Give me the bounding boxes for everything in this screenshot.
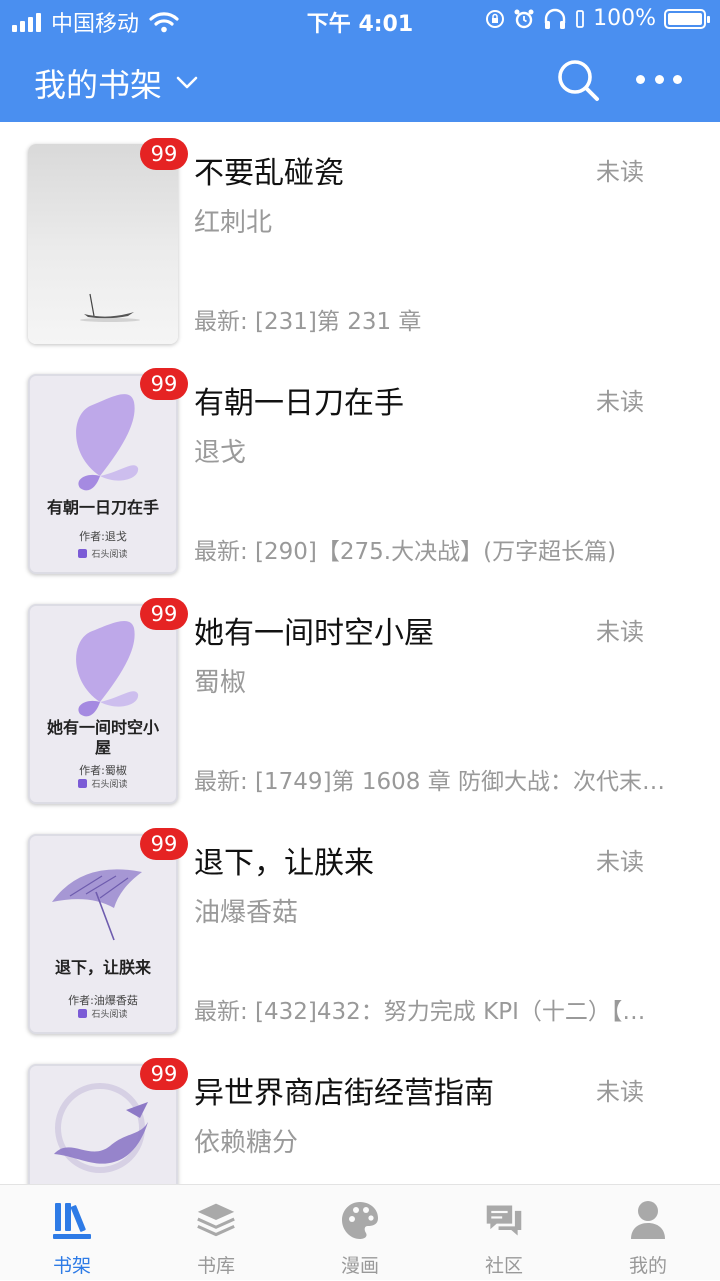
tab-label: 漫画 [340, 1255, 379, 1277]
status-right: 100% [485, 6, 710, 31]
tab-comics[interactable]: 漫画 [288, 1185, 432, 1281]
cover-title: 她有一间时空小屋 [46, 718, 159, 757]
book-title: 她有一间时空小屋 [194, 616, 434, 651]
book-title: 退下，让朕来 [194, 846, 374, 881]
read-status: 未读 [596, 158, 644, 186]
book-item[interactable]: 99 不要乱碰瓷 未读 红刺北 最新: [231]第 231 章 [0, 122, 720, 352]
tab-bookshelf[interactable]: 书架 [0, 1185, 144, 1281]
search-icon[interactable] [556, 58, 600, 102]
update-count-badge: 99 [140, 1058, 188, 1090]
cover-publisher: 石头阅读 [30, 777, 176, 790]
update-count-badge: 99 [140, 368, 188, 400]
book-cover: 她有一间时空小屋 作者:蜀椒 石头阅读 [28, 604, 178, 804]
boat-illustration [80, 293, 140, 322]
tab-label: 书架 [52, 1255, 91, 1277]
headphones-icon [544, 8, 566, 29]
book-author: 退戈 [194, 438, 247, 468]
community-icon [486, 1205, 522, 1236]
update-count-badge: 99 [140, 598, 188, 630]
book-item[interactable]: 有朝一日刀在手 作者:退戈 石头阅读 99 有朝一日刀在手 未读 退戈 最新: … [0, 352, 720, 582]
book-author: 油爆香菇 [194, 898, 299, 928]
bookshelf-title-dropdown[interactable]: 我的书架 [34, 60, 198, 106]
read-status: 未读 [596, 388, 644, 416]
read-status: 未读 [596, 1078, 644, 1106]
page-title: 我的书架 [34, 66, 163, 104]
tab-library[interactable]: 书库 [144, 1185, 288, 1281]
chevron-down-icon [176, 76, 198, 89]
comics-icon [342, 1202, 378, 1239]
update-count-badge: 99 [140, 828, 188, 860]
book-author: 依赖糖分 [194, 1128, 299, 1158]
book-title: 不要乱碰瓷 [194, 156, 344, 191]
battery-charge-icon [576, 9, 584, 28]
tab-label: 书库 [196, 1255, 235, 1277]
status-bar: 中国移动 下午 4:01 100% [0, 0, 720, 40]
book-title: 异世界商店街经营指南 [194, 1076, 494, 1111]
book-cover: 有朝一日刀在手 作者:退戈 石头阅读 [28, 374, 178, 574]
profile-icon [631, 1201, 665, 1239]
book-item[interactable]: 退下，让朕来 作者:油爆香菇 石头阅读 99 退下，让朕来 未读 油爆香菇 最新… [0, 812, 720, 1042]
tab-label: 我的 [628, 1255, 667, 1277]
battery-icon [664, 8, 710, 29]
latest-chapter: 最新: [1749]第 1608 章 防御大战：次代末… [194, 769, 666, 795]
book-item[interactable]: 她有一间时空小屋 作者:蜀椒 石头阅读 99 她有一间时空小屋 未读 蜀椒 最新… [0, 582, 720, 812]
book-author: 蜀椒 [194, 668, 247, 698]
cover-author: 作者:蜀椒 [79, 764, 127, 777]
tab-profile[interactable]: 我的 [576, 1185, 720, 1281]
book-cover [28, 144, 178, 344]
rotation-lock-icon [486, 9, 505, 28]
book-list: 99 不要乱碰瓷 未读 红刺北 最新: [231]第 231 章 有朝一日刀在手… [0, 122, 720, 1184]
battery-percent: 100% [593, 6, 656, 31]
library-icon [197, 1203, 235, 1237]
bookshelf-icon [53, 1203, 91, 1239]
book-item[interactable]: 99 异世界商店街经营指南 未读 依赖糖分 [0, 1042, 720, 1184]
book-author: 红刺北 [194, 208, 273, 238]
cover-author: 作者:退戈 [79, 530, 127, 543]
bottom-tab-bar: 书架 书库 漫画 社区 我的 [0, 1184, 720, 1280]
book-cover: 退下，让朕来 作者:油爆香菇 石头阅读 [28, 834, 178, 1034]
nav-bar: 我的书架 [0, 40, 720, 122]
book-title: 有朝一日刀在手 [194, 386, 404, 421]
latest-chapter: 最新: [231]第 231 章 [194, 309, 422, 335]
top-bar: 中国移动 下午 4:01 100% 我的书架 [0, 0, 720, 122]
cover-publisher: 石头阅读 [30, 547, 176, 560]
more-icon[interactable] [636, 64, 682, 94]
cover-publisher: 石头阅读 [30, 1007, 176, 1020]
alarm-icon [514, 9, 534, 28]
read-status: 未读 [596, 848, 644, 876]
latest-chapter: 最新: [290]【275.大决战】(万字超长篇) [194, 539, 617, 565]
cover-title: 退下，让朕来 [54, 958, 151, 977]
update-count-badge: 99 [140, 138, 188, 170]
cover-author: 作者:油爆香菇 [68, 994, 138, 1007]
tab-community[interactable]: 社区 [432, 1185, 576, 1281]
latest-chapter: 最新: [432]432：努力完成 KPI（十二）【… [194, 999, 646, 1025]
cover-title: 有朝一日刀在手 [46, 498, 159, 517]
read-status: 未读 [596, 618, 644, 646]
tab-label: 社区 [484, 1255, 523, 1277]
